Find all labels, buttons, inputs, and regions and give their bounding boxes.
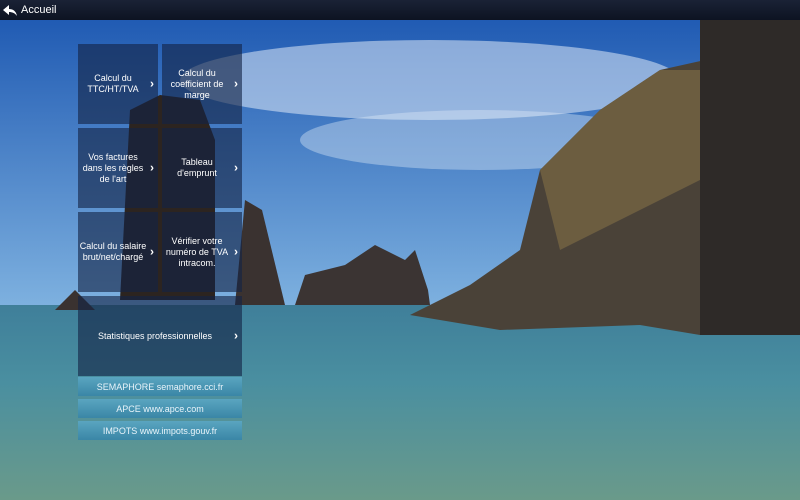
chevron-right-icon: › — [234, 328, 238, 343]
link-semaphore[interactable]: SEMAPHORE semaphore.cci.fr — [78, 377, 242, 396]
tile-tableau-emprunt[interactable]: Tableau d'emprunt › — [162, 128, 242, 208]
tile-ttc-ht-tva[interactable]: Calcul du TTC/HT/TVA › — [78, 44, 158, 124]
back-arrow-icon — [3, 4, 17, 16]
tile-label: Calcul du salaire brut/net/chargé — [79, 241, 147, 262]
chevron-right-icon: › — [234, 160, 238, 175]
tile-label: Vos factures dans les règles de l'art — [82, 151, 144, 184]
link-impots[interactable]: IMPOTS www.impots.gouv.fr — [78, 421, 242, 440]
tile-coefficient-marge[interactable]: Calcul du coefficient de marge › — [162, 44, 242, 124]
tile-statistiques[interactable]: Statistiques professionnelles › — [78, 296, 242, 376]
back-button[interactable]: Accueil — [0, 0, 800, 20]
tile-tva-intracom[interactable]: Vérifier votre numéro de TVA intracom. › — [162, 212, 242, 292]
chevron-right-icon: › — [150, 160, 154, 175]
chevron-right-icon: › — [234, 76, 238, 91]
tile-label: Statistiques professionnelles — [97, 330, 213, 341]
back-label: Accueil — [21, 4, 57, 16]
tile-factures[interactable]: Vos factures dans les règles de l'art › — [78, 128, 158, 208]
tile-label: Vérifier votre numéro de TVA intracom. — [165, 235, 229, 268]
tile-label: Calcul du coefficient de marge — [170, 67, 224, 100]
chevron-right-icon: › — [150, 76, 154, 91]
chevron-right-icon: › — [234, 244, 238, 259]
link-apce[interactable]: APCE www.apce.com — [78, 399, 242, 418]
tile-salaire[interactable]: Calcul du salaire brut/net/chargé › — [78, 212, 158, 292]
chevron-right-icon: › — [150, 244, 154, 259]
tile-label: Calcul du TTC/HT/TVA — [87, 73, 139, 94]
tile-label: Tableau d'emprunt — [177, 157, 217, 178]
